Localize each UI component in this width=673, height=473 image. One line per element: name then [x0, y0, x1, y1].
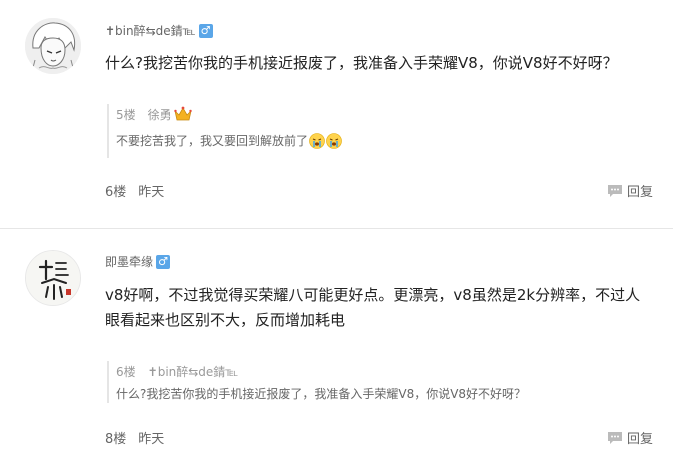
timestamp: 昨天	[138, 432, 165, 447]
floor-number: 6楼	[105, 185, 127, 200]
quoted-reply: 6楼 ✝bin醉⇆de錆℡ 什么?我挖苦你我的手机接近报废了，我准备入手荣耀V8…	[107, 361, 656, 403]
crying-emoji-icon	[309, 132, 325, 149]
comment-text: 什么?我挖苦你我的手机接近报废了，我准备入手荣耀V8，你说V8好不好呀？	[105, 54, 618, 72]
quote-text: 什么?我挖苦你我的手机接近报废了，我准备入手荣耀V8，你说V8好不好呀？	[116, 387, 527, 401]
quote-username[interactable]: 徐勇	[148, 106, 172, 123]
avatar-calligraphy-icon	[26, 251, 80, 305]
reply-icon	[607, 184, 622, 197]
crown-icon	[173, 106, 192, 121]
reply-icon	[607, 431, 622, 444]
quoted-reply: 5楼 徐勇 不要挖苦我了，我又要回到解放前了	[107, 104, 656, 158]
reply-label: 回复	[626, 432, 653, 447]
male-icon: ♂	[156, 254, 171, 269]
male-icon: ♂	[198, 23, 213, 38]
floor-number: 8楼	[105, 432, 127, 447]
reply-label: 回复	[626, 185, 653, 200]
quote-username[interactable]: ✝bin醉⇆de錆℡	[148, 363, 239, 380]
quote-text: 不要挖苦我了，我又要回到解放前了	[116, 134, 309, 148]
username[interactable]: ✝bin醉⇆de錆℡	[105, 22, 196, 39]
avatar[interactable]	[25, 18, 81, 74]
avatar[interactable]	[25, 250, 81, 306]
comment-text: v8好啊，不过我觉得买荣耀八可能更好点。更漂亮，v8虽然是2k分辨率，不过人眼看…	[105, 286, 641, 329]
quote-floor: 5楼	[116, 107, 136, 122]
comment-meta: 8楼 昨天	[105, 428, 164, 447]
comment-meta: 6楼 昨天	[105, 181, 164, 200]
reply-button[interactable]: 回复	[607, 428, 653, 447]
quote-floor: 6楼	[116, 364, 136, 379]
comment-item: ✝bin醉⇆de錆℡ ♂ 什么?我挖苦你我的手机接近报废了，我准备入手荣耀V8，…	[0, 0, 673, 228]
user-row: 即墨牵缘 ♂	[105, 253, 171, 270]
avatar-anime-icon	[25, 18, 81, 74]
comment-item: 即墨牵缘 ♂ v8好啊，不过我觉得买荣耀八可能更好点。更漂亮，v8虽然是2k分辨…	[0, 229, 673, 473]
timestamp: 昨天	[138, 185, 165, 200]
user-row: ✝bin醉⇆de錆℡ ♂	[105, 22, 213, 39]
username[interactable]: 即墨牵缘	[105, 253, 153, 270]
crying-emoji-icon	[326, 132, 342, 149]
reply-button[interactable]: 回复	[607, 181, 653, 200]
